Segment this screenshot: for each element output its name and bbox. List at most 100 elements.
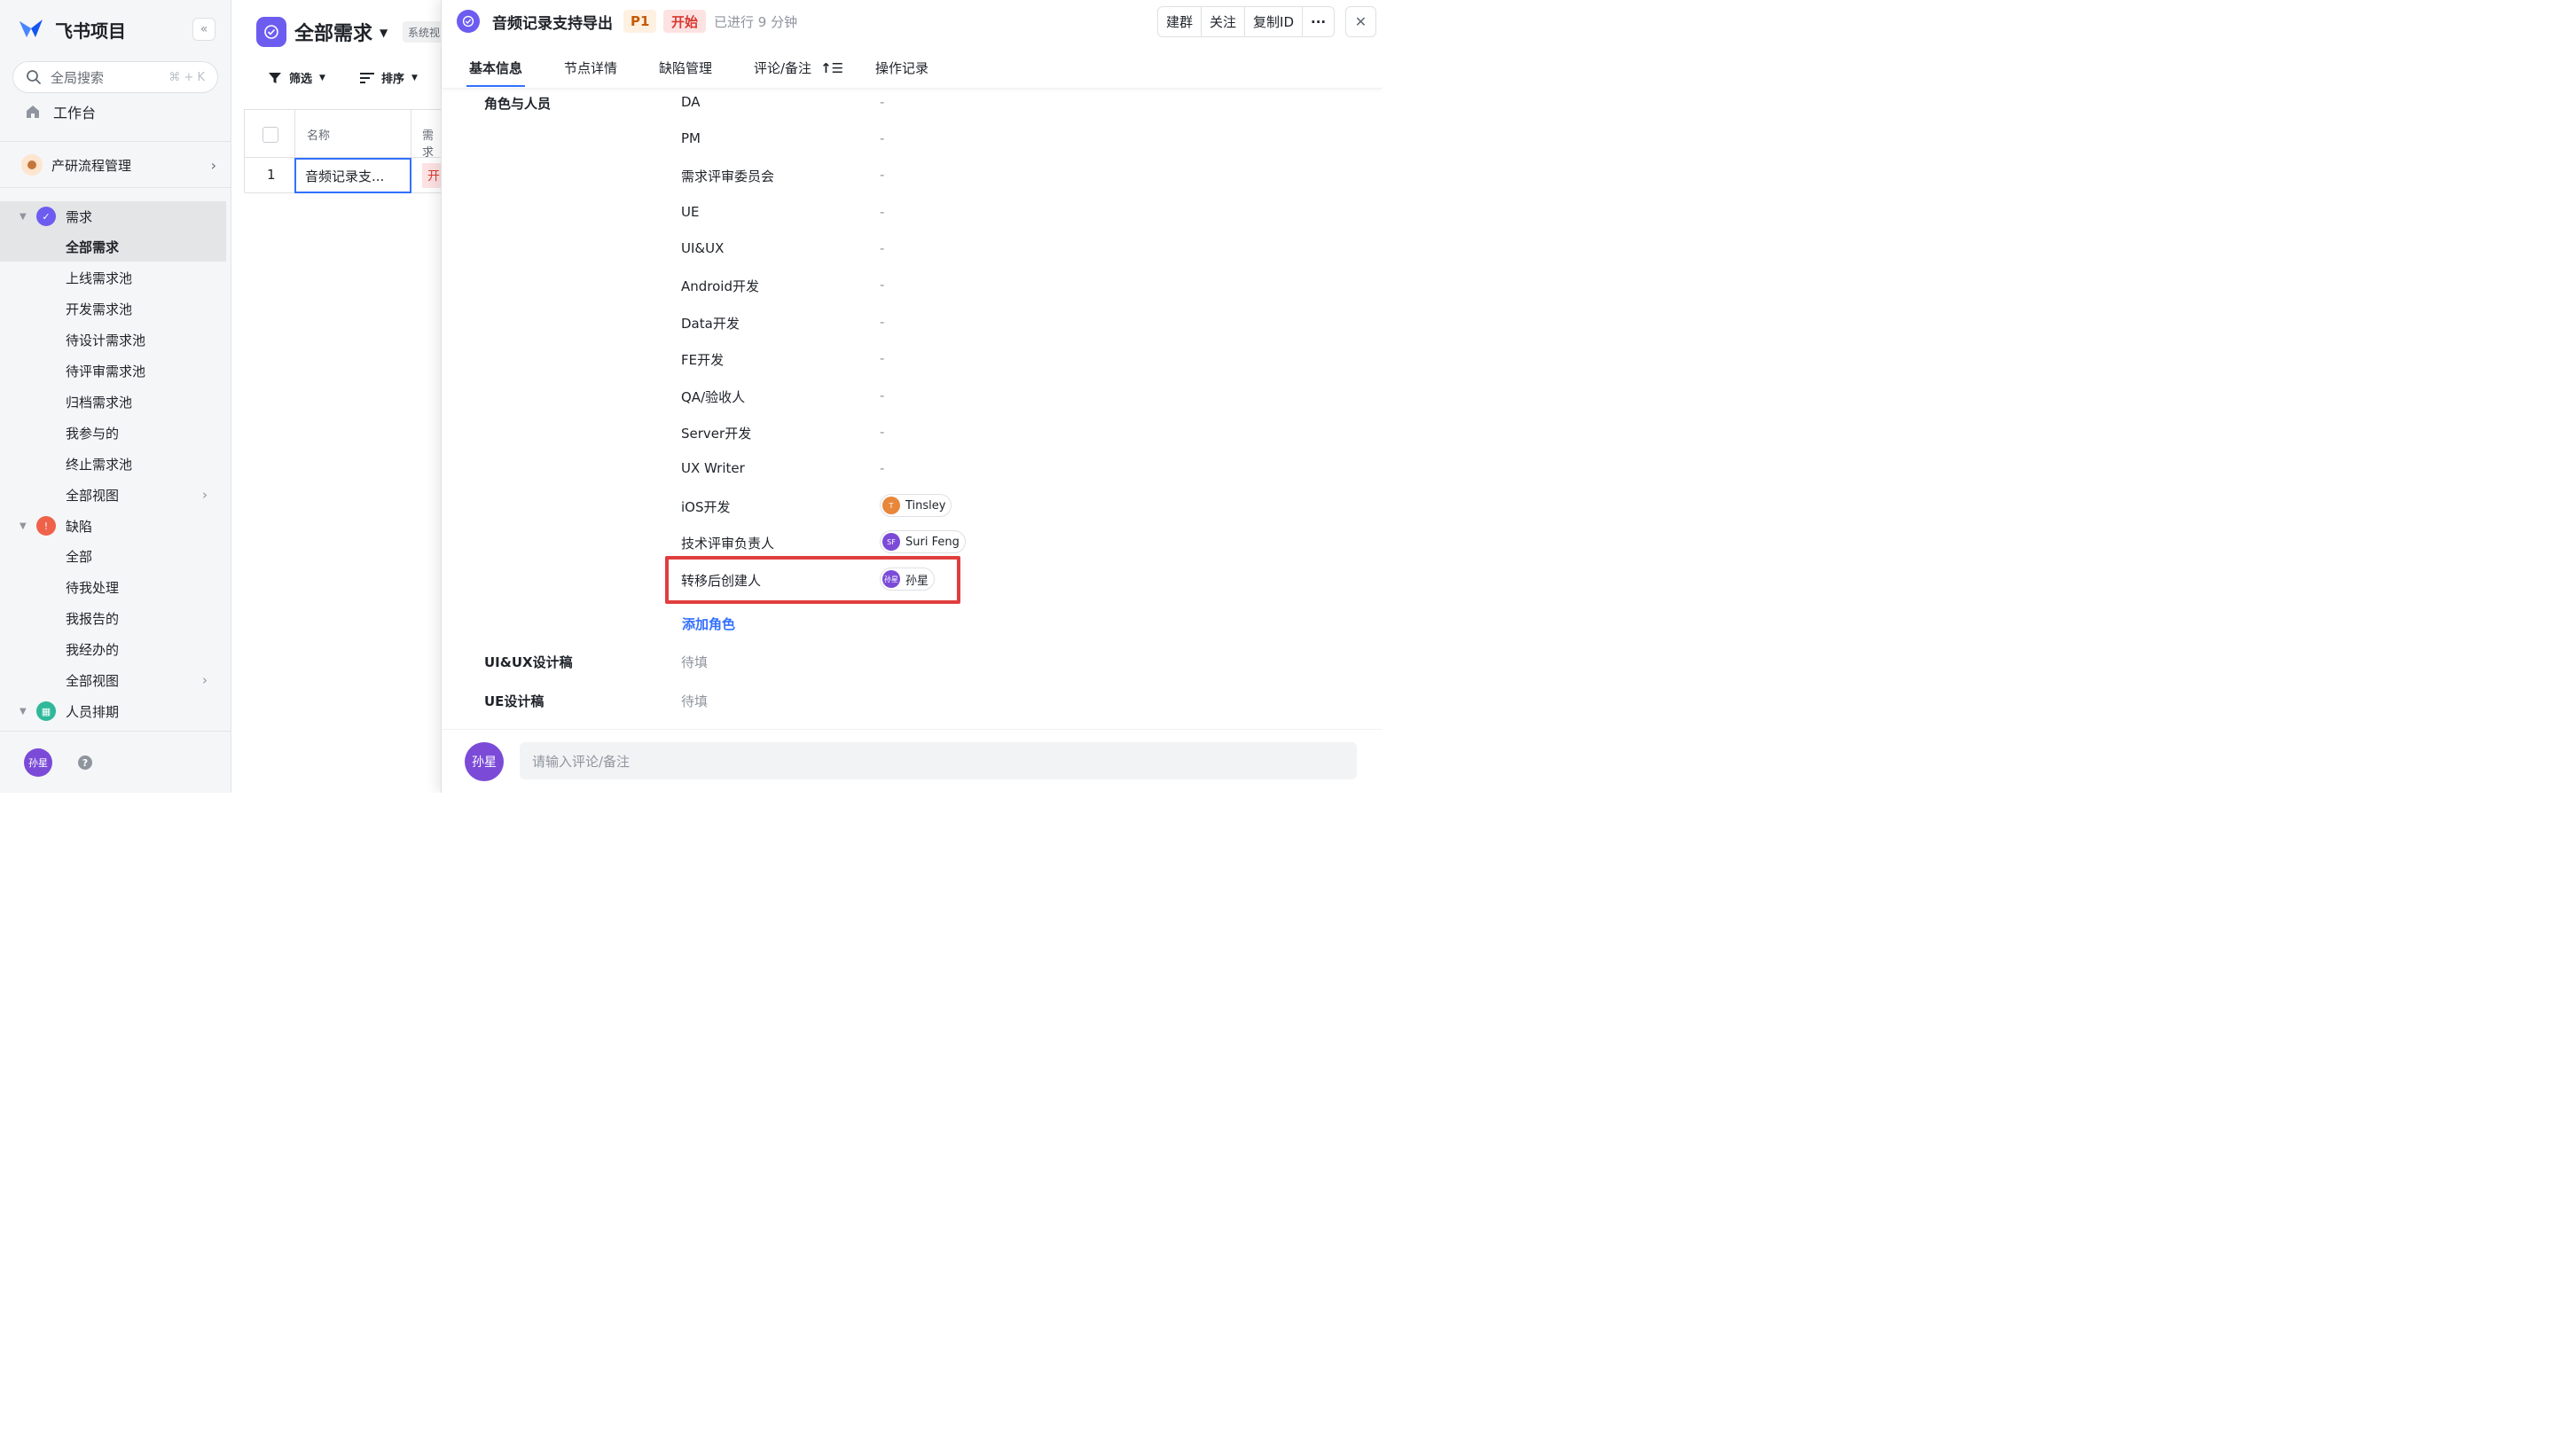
roles-section-label: 角色与人员 xyxy=(484,96,552,112)
search-icon xyxy=(27,70,41,84)
nav-item-pending-me[interactable]: 待我处理 xyxy=(0,572,226,602)
role-name: 需求评审委员会 xyxy=(681,168,775,184)
role-name: 技术评审负责人 xyxy=(681,536,775,552)
workbench-link[interactable]: 工作台 xyxy=(25,101,96,122)
detail-title[interactable]: 音频记录支持导出 xyxy=(492,11,613,33)
field-label: UI&UX设计稿 xyxy=(484,654,573,670)
nav-item-handled-by-me[interactable]: 我经办的 xyxy=(0,634,226,664)
filter-button[interactable]: 筛选 ▼ xyxy=(268,69,325,86)
chevron-right-icon: › xyxy=(202,487,208,503)
avatar: 孙星 xyxy=(465,742,504,781)
field-value[interactable]: 待填 xyxy=(681,692,708,710)
requirement-icon xyxy=(457,10,480,33)
table-cell-name[interactable]: 音频记录支... xyxy=(294,158,411,193)
double-chevron-left-icon: « xyxy=(200,22,208,36)
filter-icon xyxy=(269,72,281,83)
role-name: UI&UX xyxy=(681,240,725,256)
page-title[interactable]: 全部需求 xyxy=(294,18,372,46)
comment-input[interactable]: 请输入评论/备注 xyxy=(520,742,1357,779)
global-search-input[interactable]: 全局搜索 ⌘ + K xyxy=(12,61,218,93)
role-value[interactable]: - xyxy=(880,240,884,256)
nav-item-terminated-pool[interactable]: 终止需求池 xyxy=(0,449,226,479)
column-header-requirement[interactable]: 需求 xyxy=(422,126,443,160)
add-role-button[interactable]: 添加角色 xyxy=(682,614,735,633)
more-icon[interactable]: ··· xyxy=(1303,7,1334,36)
tab-node-details[interactable]: 节点详情 xyxy=(564,59,617,77)
home-icon xyxy=(27,106,39,118)
role-value[interactable]: - xyxy=(880,204,884,220)
avatar: SF xyxy=(882,533,900,551)
field-value[interactable]: 待填 xyxy=(681,653,708,671)
nav-item-dev-pool[interactable]: 开发需求池 xyxy=(0,294,226,324)
cell-text: 音频记录支... xyxy=(305,168,385,184)
person-chip[interactable]: SF Suri Feng xyxy=(880,530,966,553)
nav-item-all-defects[interactable]: 全部 xyxy=(0,541,226,571)
role-name: PM xyxy=(681,130,701,146)
create-group-button[interactable]: 建群 xyxy=(1158,7,1203,36)
role-name: Android开发 xyxy=(681,278,759,294)
role-value[interactable]: - xyxy=(880,314,884,330)
tab-operation-log[interactable]: 操作记录 xyxy=(875,59,928,77)
nav-item-my-participation[interactable]: 我参与的 xyxy=(0,418,226,448)
requirements-table: 名称 需求 1 音频记录支... 开 xyxy=(244,109,444,193)
app-logo[interactable]: 飞书项目 xyxy=(18,16,126,43)
nav-item-all-views[interactable]: 全部视图 › xyxy=(0,480,226,510)
select-all-checkbox[interactable] xyxy=(262,127,278,143)
role-value[interactable]: - xyxy=(880,424,884,440)
role-name: Server开发 xyxy=(681,426,752,442)
divider xyxy=(0,187,231,188)
tab-defect-management[interactable]: 缺陷管理 xyxy=(659,59,712,77)
role-value[interactable]: - xyxy=(880,460,884,476)
collapse-sidebar-button[interactable]: « xyxy=(192,18,215,41)
follow-button[interactable]: 关注 xyxy=(1202,7,1246,36)
comment-placeholder: 请输入评论/备注 xyxy=(532,753,631,770)
nav-group-defects[interactable]: ▼ ! 缺陷 xyxy=(0,511,226,541)
caret-down-icon[interactable]: ▼ xyxy=(380,27,388,39)
avatar[interactable]: 孙星 xyxy=(24,748,52,777)
nav-item-all-requirements[interactable]: 全部需求 xyxy=(0,231,226,262)
avatar: T xyxy=(882,497,900,514)
role-value[interactable]: - xyxy=(880,387,884,403)
role-value[interactable]: - xyxy=(880,277,884,293)
tab-basic-info[interactable]: 基本信息 xyxy=(469,59,522,77)
nav-item-defect-all-views[interactable]: 全部视图 › xyxy=(0,665,226,695)
nav-item-launch-pool[interactable]: 上线需求池 xyxy=(0,262,226,293)
role-name: QA/验收人 xyxy=(681,389,746,405)
detail-actions: 建群 关注 复制ID ··· xyxy=(1157,6,1336,37)
nav-item-review-pool[interactable]: 待评审需求池 xyxy=(0,356,226,386)
status-badge[interactable]: 开始 xyxy=(663,10,707,33)
space-avatar-icon xyxy=(21,154,43,176)
role-value[interactable]: - xyxy=(880,94,884,110)
divider xyxy=(0,141,231,142)
role-value[interactable]: - xyxy=(880,350,884,366)
role-value[interactable]: - xyxy=(880,167,884,183)
priority-badge[interactable]: P1 xyxy=(623,10,657,33)
nav-group-label: 需求 xyxy=(66,208,93,225)
caret-down-icon[interactable]: ▼ xyxy=(20,521,27,531)
role-value[interactable]: - xyxy=(880,130,884,146)
role-name: Data开发 xyxy=(681,316,740,332)
column-header-name[interactable]: 名称 xyxy=(307,126,330,143)
tab-comments[interactable]: 评论/备注 ↑☰ xyxy=(754,59,843,77)
close-button[interactable]: ✕ xyxy=(1345,6,1376,37)
nav-item-design-pool[interactable]: 待设计需求池 xyxy=(0,325,226,355)
space-selector[interactable]: 产研流程管理 › xyxy=(21,153,216,177)
requirement-icon: ✓ xyxy=(36,207,56,226)
nav-group-scheduling[interactable]: ▼ ▦ 人员排期 xyxy=(0,696,226,726)
person-chip[interactable]: T Tinsley xyxy=(880,494,952,517)
feishu-project-logo-icon xyxy=(20,20,43,37)
copy-id-button[interactable]: 复制ID xyxy=(1245,7,1304,36)
caret-down-icon[interactable]: ▼ xyxy=(20,212,27,222)
filter-label: 筛选 xyxy=(289,73,313,86)
chevron-right-icon: › xyxy=(202,672,208,688)
elapsed-time: 已进行 9 分钟 xyxy=(714,14,798,30)
nav-item-archive-pool[interactable]: 归档需求池 xyxy=(0,387,226,417)
field-label: UE设计稿 xyxy=(484,693,544,709)
help-icon[interactable]: ? xyxy=(78,755,92,770)
nav-group-requirements[interactable]: ▼ ✓ 需求 xyxy=(0,201,226,231)
caret-down-icon[interactable]: ▼ xyxy=(20,707,27,716)
sort-order-icon[interactable]: ↑☰ xyxy=(820,60,843,76)
nav-item-reported-by-me[interactable]: 我报告的 xyxy=(0,603,226,633)
nav-group-label: 人员排期 xyxy=(66,703,120,720)
sort-button[interactable]: 排序 ▼ xyxy=(360,69,418,86)
